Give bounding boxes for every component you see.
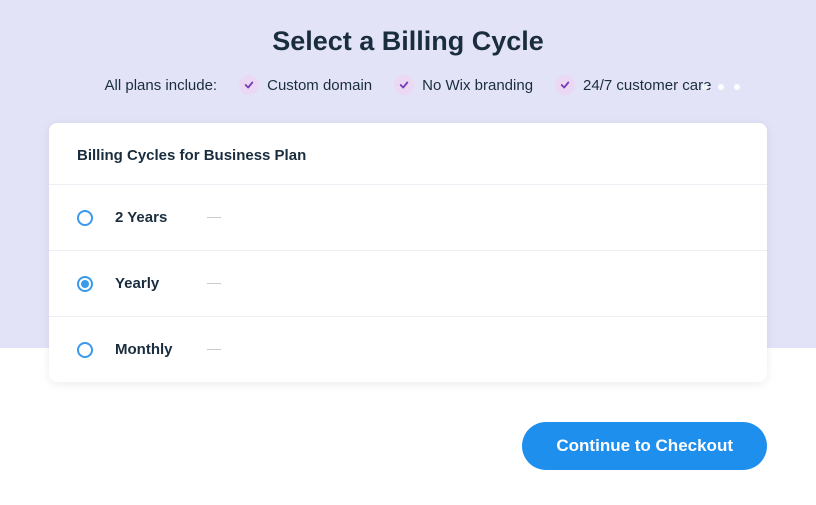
includes-label: All plans include: [105, 77, 218, 94]
include-label: 24/7 customer care [583, 77, 711, 94]
cycle-label: Monthly [115, 341, 195, 358]
check-icon [239, 75, 259, 95]
cycle-option-monthly[interactable]: Monthly [49, 317, 767, 382]
include-label: Custom domain [267, 77, 372, 94]
dash-icon [207, 217, 221, 218]
radio-icon [77, 342, 93, 358]
cycle-label: Yearly [115, 275, 195, 292]
cycle-option-yearly[interactable]: Yearly [49, 251, 767, 317]
dash-icon [207, 283, 221, 284]
cycle-label: 2 Years [115, 209, 195, 226]
include-label: No Wix branding [422, 77, 533, 94]
continue-to-checkout-button[interactable]: Continue to Checkout [522, 422, 767, 470]
include-item-custom-domain: Custom domain [239, 75, 372, 95]
check-icon [394, 75, 414, 95]
check-icon [555, 75, 575, 95]
radio-icon [77, 210, 93, 226]
include-item-customer-care: 24/7 customer care [555, 75, 711, 95]
billing-cycles-card: Billing Cycles for Business Plan 2 Years… [49, 123, 767, 382]
dash-icon [207, 349, 221, 350]
radio-icon [77, 276, 93, 292]
plan-includes-row: All plans include: Custom domain No Wix … [0, 75, 816, 95]
cycle-option-2-years[interactable]: 2 Years [49, 185, 767, 251]
decoration-dots [702, 84, 740, 90]
card-header: Billing Cycles for Business Plan [49, 123, 767, 185]
page-title: Select a Billing Cycle [0, 0, 816, 57]
include-item-no-branding: No Wix branding [394, 75, 533, 95]
footer: Continue to Checkout [49, 422, 767, 470]
